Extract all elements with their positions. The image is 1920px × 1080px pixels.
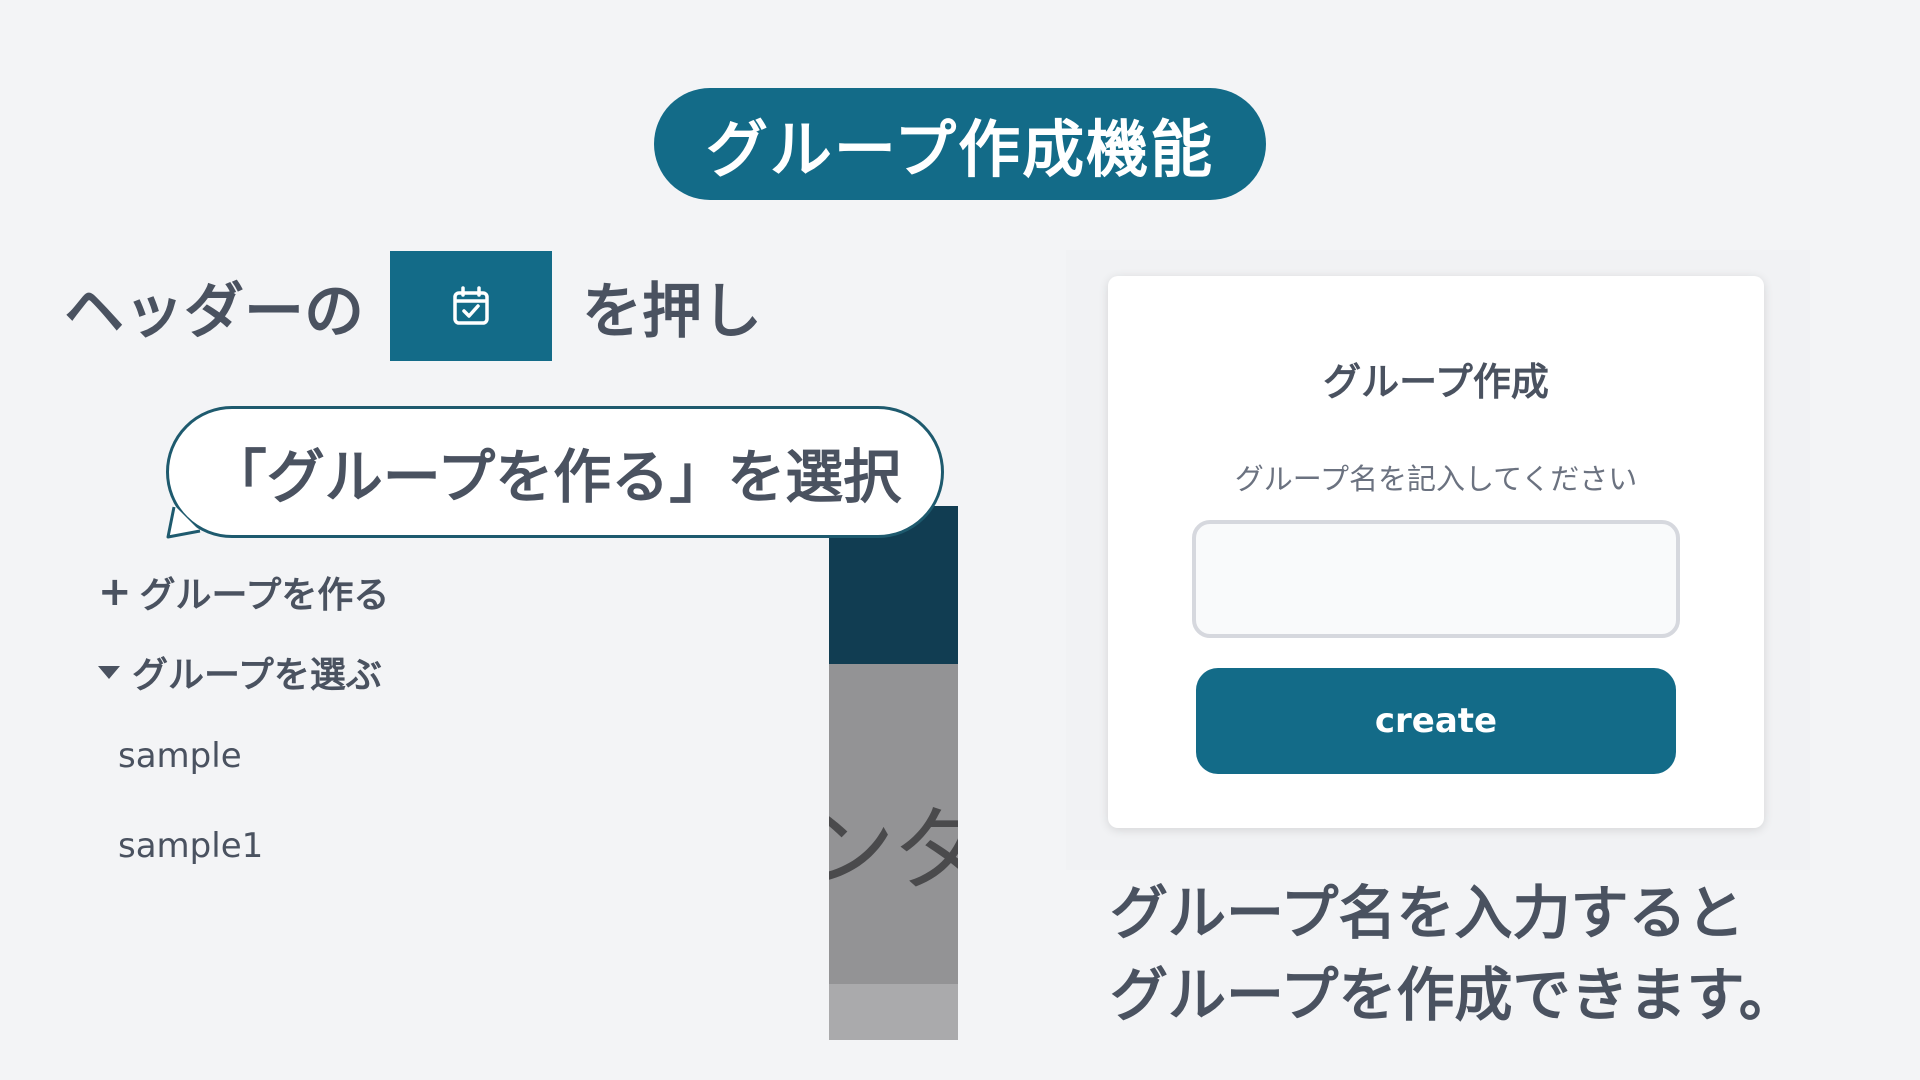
header-calendar-button[interactable] (390, 251, 552, 361)
speech-bubble: 「グループを作る」を選択 (166, 406, 944, 538)
overlay-fragment-bottom (829, 984, 958, 1040)
group-name-input[interactable] (1192, 520, 1680, 638)
partial-header-text: ンダー (829, 795, 958, 902)
caption-line-2: グループを作成できます。 (1110, 961, 1797, 1029)
instruction-before-text: ヘッダーの (64, 276, 364, 347)
caret-down-icon (98, 665, 120, 679)
group-create-card: グループ作成 グループ名を記入してください create (1108, 276, 1764, 828)
caption-line-1: グループ名を入力すると (1110, 879, 1745, 947)
overlay-fragment: ンダー (829, 664, 958, 984)
sidebar-screenshot: + グループを作る グループを選ぶ sample sample1 ンダー (64, 506, 958, 1040)
instruction-line: ヘッダーの を押し (64, 251, 762, 361)
create-group-menu-item[interactable]: + グループを作る (98, 566, 389, 618)
group-list-item[interactable]: sample (118, 736, 242, 776)
calendar-check-icon (453, 286, 489, 325)
create-group-label: グループを作る (139, 575, 390, 616)
card-title: グループ作成 (1323, 360, 1549, 404)
speech-bubble-text: 「グループを作る」を選択 (208, 443, 902, 511)
plus-icon: + (98, 569, 132, 615)
feature-title: グループ作成機能 (654, 88, 1266, 200)
speech-bubble-tail (166, 505, 201, 539)
create-button[interactable]: create (1196, 668, 1676, 774)
group-name-label: グループ名を記入してください (1234, 462, 1638, 496)
select-group-label: グループを選ぶ (132, 655, 382, 696)
instruction-after-text: を押し (582, 276, 762, 347)
select-group-menu-item[interactable]: グループを選ぶ (98, 646, 382, 698)
group-list-item[interactable]: sample1 (118, 826, 263, 866)
caption: グループ名を入力すると グループを作成できます。 (1110, 872, 1797, 1036)
